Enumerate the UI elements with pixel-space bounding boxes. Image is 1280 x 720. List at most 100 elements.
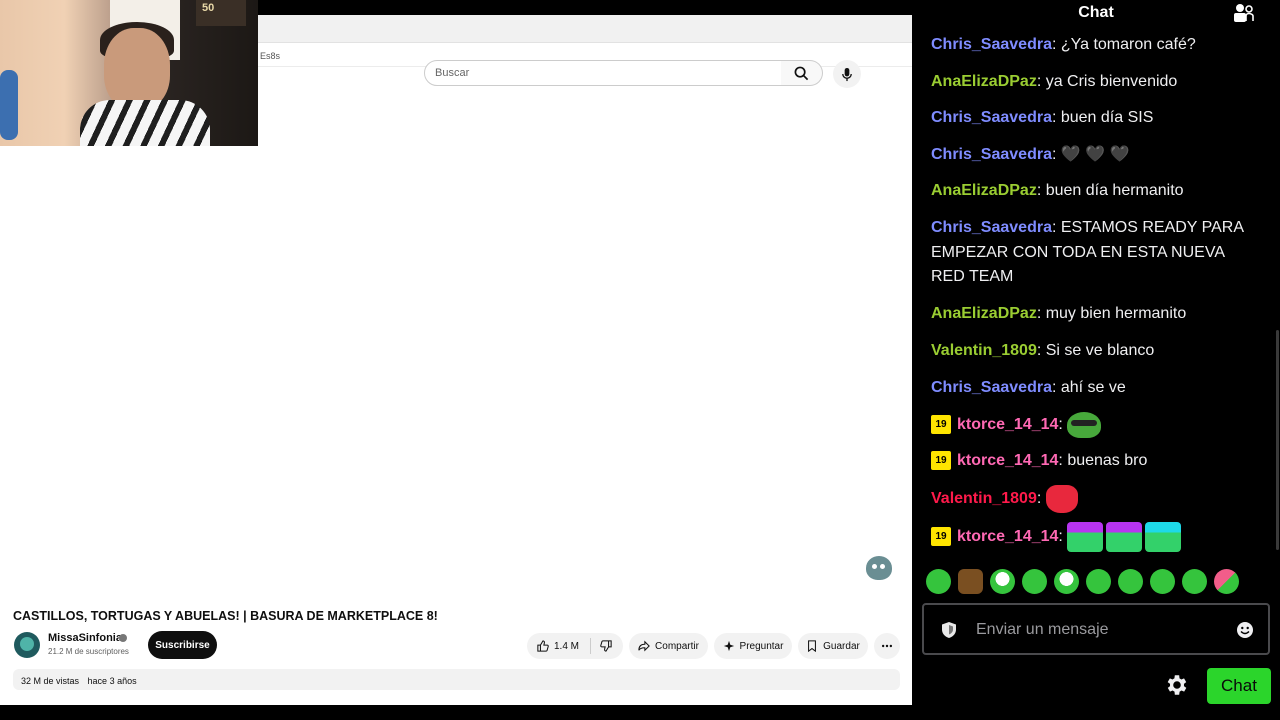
chat-message: Valentin_1809: Si se ve blanco [931,342,1155,359]
chat-message: 19 ktorce_14_14: buenas bro [931,449,1261,474]
channel-avatar[interactable] [14,632,40,658]
bookmark-icon [808,640,817,652]
chat-message: AnaElizaDPaz: buen día hermanito [931,182,1184,199]
webcam-person-face [104,28,170,110]
address-bar-text: Es8s [260,51,281,61]
search-button[interactable] [781,60,823,86]
poster-text: 50 [202,2,215,14]
more-horizontal-icon [881,644,893,648]
emote-happy[interactable] [1118,569,1143,594]
share-button[interactable]: Compartir [629,633,708,659]
chat-settings-button[interactable] [1162,671,1192,701]
subscribe-button[interactable]: Suscribirse [148,631,217,659]
chat-username[interactable]: ktorce_14_14 [957,452,1058,469]
like-icon[interactable] [537,640,549,652]
pepe-emote[interactable] [1067,412,1102,438]
emote-think[interactable] [1182,569,1207,594]
emote-love[interactable] [1214,569,1239,594]
webcam-poster: 50 [196,0,246,26]
chat-message-text: buen día hermanito [1045,182,1184,199]
emote-ghost[interactable] [1054,569,1079,594]
dislike-icon[interactable] [600,640,612,652]
shield-icon[interactable] [940,621,958,639]
save-button[interactable]: Guardar [798,633,868,659]
channel-name[interactable]: MissaSinfonia [48,632,122,644]
emote-skull[interactable] [990,569,1015,594]
channel-subscribers: 21.2 M de suscriptores [48,647,129,656]
save-label: Guardar [823,640,860,652]
chat-username[interactable]: AnaElizaDPaz [931,182,1037,199]
chat-message-text: ¿Ya tomaron café? [1060,36,1196,53]
red-cat-emote[interactable] [1045,485,1078,513]
upload-date: hace 3 años [87,676,137,686]
emoji-picker-icon[interactable] [1236,621,1254,639]
search-icon [794,66,809,80]
chat-username[interactable]: Valentin_1809 [931,490,1037,507]
chat-message-text: muy bien hermanito [1045,305,1187,322]
chat-message: Valentin_1809: [931,485,1261,513]
chat-message: AnaElizaDPaz: muy bien hermanito [931,305,1187,322]
chat-username[interactable]: Chris_Saavedra [931,379,1052,396]
like-dislike-group: 1.4 M [527,633,623,659]
emote-grin[interactable] [1022,569,1047,594]
party-emote[interactable] [1067,522,1104,552]
more-actions-button[interactable] [874,633,900,659]
party-emote[interactable] [1145,522,1182,552]
ask-label: Preguntar [739,640,784,652]
chat-scrollbar[interactable] [1276,330,1279,550]
chat-message-text: ahí se ve [1060,379,1126,396]
chat-username[interactable]: Chris_Saavedra [931,219,1052,236]
webcam-overlay: 50 [0,0,258,146]
party-emote[interactable] [1106,522,1143,552]
chat-username[interactable]: Chris_Saavedra [931,146,1052,163]
chat-username[interactable]: Chris_Saavedra [931,36,1052,53]
video-description[interactable]: 32 M de vistas hace 3 años [13,669,900,690]
chat-username[interactable]: ktorce_14_14 [957,416,1058,433]
chat-message: 19 ktorce_14_14: [931,522,1261,552]
chat-username[interactable]: ktorce_14_14 [957,528,1058,545]
chat-username[interactable]: AnaElizaDPaz [931,73,1037,90]
chat-message: Chris_Saavedra: 🖤 🖤 🖤 [931,146,1130,163]
chat-message: 19 ktorce_14_14: [931,412,1261,438]
search-input[interactable] [435,61,775,85]
emote-bear[interactable] [958,569,983,594]
emote-cry[interactable] [1150,569,1175,594]
chat-username[interactable]: AnaElizaDPaz [931,305,1037,322]
chat-message-text: buen día SIS [1060,109,1154,126]
send-chat-button[interactable]: Chat [1207,668,1271,704]
share-icon [638,640,650,652]
ask-button[interactable]: Preguntar [714,633,792,659]
chat-message-text: ya Cris bienvenido [1045,73,1178,90]
webcam-person-shirt [80,100,210,146]
like-separator [590,638,592,654]
gear-icon [1167,674,1187,695]
chat-message-input[interactable] [976,617,1226,643]
voice-search-button[interactable] [833,60,861,88]
subscriber-badge[interactable]: 19 [931,415,951,435]
chat-message: AnaElizaDPaz: ya Cris bienvenido [931,73,1178,90]
chat-message-text: 🖤 🖤 🖤 [1060,146,1130,163]
chat-username[interactable]: Chris_Saavedra [931,109,1052,126]
chat-panel: Chat Chris_Saavedra: ¿Ya tomaron café? A… [912,0,1280,720]
search-box[interactable] [424,60,782,86]
share-label: Compartir [655,640,699,652]
chat-message: Chris_Saavedra: ahí se ve [931,379,1126,396]
webcam-chair [0,70,18,140]
chat-input-box[interactable] [922,603,1270,655]
chat-message-text: Si se ve blanco [1045,342,1155,359]
video-player[interactable] [0,100,912,600]
like-count[interactable]: 1.4 M [554,641,579,652]
subscriber-badge[interactable]: 19 [931,527,951,547]
community-users-icon[interactable] [1232,2,1256,24]
chat-message: Chris_Saavedra: ¿Ya tomaron café? [931,36,1196,53]
subscriber-badge[interactable]: 19 [931,451,951,470]
channel-watermark-icon[interactable] [866,556,892,580]
chat-message: Chris_Saavedra: buen día SIS [931,109,1154,126]
view-count: 32 M de vistas [21,676,80,686]
chat-username[interactable]: Valentin_1809 [931,342,1037,359]
emote-halo[interactable] [926,569,951,594]
chat-header: Chat [912,0,1280,30]
chat-title: Chat [1078,4,1114,21]
emote-smile[interactable] [1086,569,1111,594]
screen: Es8s CASTILLOS, TORTUGAS Y ABUELAS! | BA… [0,0,1280,720]
